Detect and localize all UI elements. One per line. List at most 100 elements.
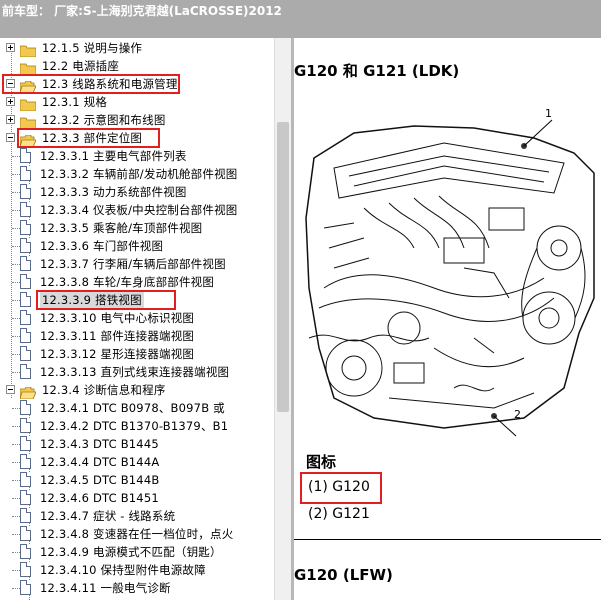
tree-connector bbox=[12, 552, 20, 553]
tree-item[interactable]: 12.1.5 说明与操作 bbox=[0, 39, 274, 58]
highlight-box bbox=[17, 128, 160, 148]
tree-item[interactable]: 12.3.4.1 DTC B0978、B097B 或 bbox=[0, 399, 274, 417]
document-icon bbox=[20, 220, 31, 235]
tree-item-label: 12.3.4.4 DTC B144A bbox=[40, 455, 160, 469]
tree-scrollbar[interactable] bbox=[274, 38, 291, 600]
document-icon bbox=[20, 238, 31, 253]
tree-item[interactable]: 12.3.4.4 DTC B144A bbox=[0, 453, 274, 471]
tree-item[interactable]: 12.3.3.5 乘客舱/车顶部件视图 bbox=[0, 219, 274, 237]
tree-connector bbox=[12, 534, 20, 535]
tree-item-label: 12.3.4.3 DTC B1445 bbox=[40, 437, 159, 451]
tree-item[interactable]: 12.3.4.11 一般电气诊断 bbox=[0, 579, 274, 597]
document-icon bbox=[20, 472, 31, 487]
tree-item-label: 12.3.3.12 星形连接器端视图 bbox=[40, 347, 195, 361]
tree-connector bbox=[12, 210, 20, 211]
tree-item[interactable]: 12.3.4.9 电源模式不匹配（钥匙） bbox=[0, 543, 274, 561]
tree-item[interactable]: 12.3.3.11 部件连接器端视图 bbox=[0, 327, 274, 345]
document-icon bbox=[20, 526, 31, 541]
folder-icon bbox=[19, 96, 37, 112]
tree-item[interactable]: 12.3.3.8 车轮/车身底部部件视图 bbox=[0, 273, 274, 291]
tree-item-label: 12.3.3.2 车辆前部/发动机舱部件视图 bbox=[40, 167, 238, 181]
tree-item-label: 12.3.3.10 电气中心标识视图 bbox=[40, 311, 195, 325]
tree-item[interactable]: 12.3.1 规格 bbox=[0, 93, 274, 112]
document-icon bbox=[20, 580, 31, 595]
folder-icon bbox=[19, 42, 37, 58]
tree-item[interactable]: 12.3.3.7 行李厢/车辆后部部件视图 bbox=[0, 255, 274, 273]
tree-item[interactable]: 12.3.2 示意图和布线图 bbox=[0, 111, 274, 130]
tree-connector bbox=[12, 156, 20, 157]
section-divider bbox=[294, 539, 601, 540]
tree-item[interactable]: 12.3.3.13 直列式线束连接器端视图 bbox=[0, 363, 274, 381]
tree-item[interactable]: 12.3.4.3 DTC B1445 bbox=[0, 435, 274, 453]
tree-item[interactable]: 12.3.4.7 症状 - 线路系统 bbox=[0, 507, 274, 525]
callout-1: 1 bbox=[545, 107, 552, 120]
tree-connector bbox=[12, 282, 20, 283]
expand-icon[interactable] bbox=[6, 97, 15, 106]
document-icon bbox=[20, 364, 31, 379]
tree-item[interactable]: 12.3.4.8 变速器在任一档位时，点火 bbox=[0, 525, 274, 543]
document-icon bbox=[20, 544, 31, 559]
tree-item[interactable]: 12.3.4.2 DTC B1370-B1379、B1 bbox=[0, 417, 274, 435]
content-panel: G120 和 G121 (LDK) 1 2 图标 (1) G120 (2) G1… bbox=[294, 38, 601, 600]
collapse-icon[interactable] bbox=[6, 385, 15, 394]
tree-item[interactable]: 12.3.4 诊断信息和程序 bbox=[0, 381, 274, 400]
highlight-box bbox=[36, 290, 176, 310]
tree-item[interactable]: 12.3.4.5 DTC B144B bbox=[0, 471, 274, 489]
tree-item-label: 12.3.4.7 症状 - 线路系统 bbox=[40, 509, 176, 523]
document-icon bbox=[20, 418, 31, 433]
tree-item[interactable]: 12.3.3.10 电气中心标识视图 bbox=[0, 309, 274, 327]
document-icon bbox=[20, 400, 31, 415]
tree-item[interactable]: 12.2 电源插座 bbox=[0, 57, 274, 76]
tree-connector bbox=[12, 336, 20, 337]
tree-item[interactable]: 12.3.4.6 DTC B1451 bbox=[0, 489, 274, 507]
tree-item-label: 12.3.1 规格 bbox=[42, 95, 108, 109]
document-icon bbox=[20, 184, 31, 199]
expand-icon[interactable] bbox=[6, 115, 15, 124]
tree-panel: 12.1.5 说明与操作 12.2 电源插座 12.3 线路系统和电源管理 12.3.… bbox=[0, 38, 274, 600]
expand-icon[interactable] bbox=[6, 43, 15, 52]
folder-open-icon bbox=[19, 384, 37, 400]
tree-item-label: 12.3.4.8 变速器在任一档位时，点火 bbox=[40, 527, 234, 541]
legend-item-g121: (2) G121 bbox=[308, 506, 370, 522]
tree-connector bbox=[12, 174, 20, 175]
document-icon bbox=[20, 436, 31, 451]
tree-item-label: 12.3.4.10 保持型附件电源故障 bbox=[40, 563, 206, 577]
title-bar: 前车型： 厂家:S-上海别克君越(LaCROSSE)2012 bbox=[0, 0, 601, 38]
tree-connector bbox=[12, 318, 20, 319]
document-icon bbox=[20, 148, 31, 163]
content-heading-2: G120 (LFW) bbox=[294, 566, 393, 584]
window-title: 前车型： 厂家:S-上海别克君越(LaCROSSE)2012 bbox=[2, 4, 282, 18]
tree-connector bbox=[12, 408, 20, 409]
tree-connector bbox=[12, 516, 20, 517]
document-icon bbox=[20, 292, 31, 307]
document-icon bbox=[20, 328, 31, 343]
tree-item-label: 12.3.3.1 主要电气部件列表 bbox=[40, 149, 187, 163]
tree-item-label: 12.3.3.5 乘客舱/车顶部件视图 bbox=[40, 221, 203, 235]
document-icon bbox=[20, 454, 31, 469]
folder-icon bbox=[19, 60, 37, 76]
tree-item[interactable]: 12.3.3.6 车门部件视图 bbox=[0, 237, 274, 255]
tree-connector bbox=[12, 462, 20, 463]
tree-item[interactable]: 12.3.3.4 仪表板/中央控制台部件视图 bbox=[0, 201, 274, 219]
tree-item-label: 12.3.3.3 动力系统部件视图 bbox=[40, 185, 187, 199]
document-icon bbox=[20, 490, 31, 505]
scrollbar-thumb[interactable] bbox=[277, 122, 289, 412]
tree-item-label: 12.3.4.9 电源模式不匹配（钥匙） bbox=[40, 545, 222, 559]
document-icon bbox=[20, 562, 31, 577]
folder-icon bbox=[19, 114, 37, 130]
tree-connector bbox=[12, 444, 20, 445]
callout-2: 2 bbox=[514, 408, 521, 421]
tree-item-label: 12.3.4.6 DTC B1451 bbox=[40, 491, 159, 505]
tree-item[interactable]: 12.3.3.2 车辆前部/发动机舱部件视图 bbox=[0, 165, 274, 183]
tree-item-label: 12.3.4 诊断信息和程序 bbox=[42, 383, 166, 397]
document-icon bbox=[20, 202, 31, 217]
tree-item[interactable]: 12.3.3.3 动力系统部件视图 bbox=[0, 183, 274, 201]
tree-item[interactable]: 12.3.3.1 主要电气部件列表 bbox=[0, 147, 274, 165]
engine-diagram: 1 2 bbox=[305, 107, 595, 437]
collapse-icon[interactable] bbox=[6, 133, 15, 142]
tree-item[interactable]: 12.3.4.10 保持型附件电源故障 bbox=[0, 561, 274, 579]
document-icon bbox=[20, 274, 31, 289]
tree-item-label: 12.3.4.1 DTC B0978、B097B 或 bbox=[40, 401, 225, 415]
document-icon bbox=[20, 346, 31, 361]
tree-item[interactable]: 12.3.3.12 星形连接器端视图 bbox=[0, 345, 274, 363]
